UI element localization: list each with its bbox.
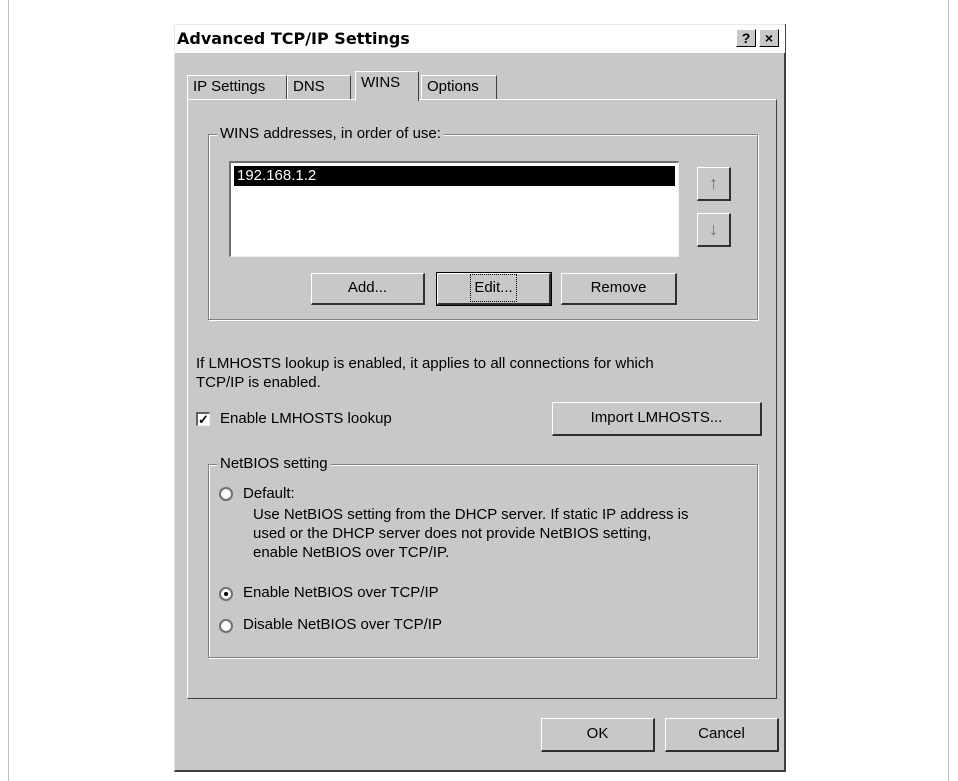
netbios-setting-group: NetBIOS setting Default: Use NetBIOS set… bbox=[208, 455, 758, 658]
title-bar[interactable]: Advanced TCP/IP Settings ? × bbox=[175, 25, 785, 53]
enable-lmhosts-checkbox[interactable]: ✓ bbox=[196, 412, 210, 426]
default-desc-line3: enable NetBIOS over TCP/IP. bbox=[253, 544, 450, 561]
wins-address-list[interactable]: 192.168.1.2 bbox=[229, 161, 679, 257]
add-button[interactable]: Add... bbox=[311, 273, 425, 305]
cancel-button[interactable]: Cancel bbox=[665, 718, 779, 752]
enable-lmhosts-label[interactable]: Enable LMHOSTS lookup bbox=[220, 409, 392, 428]
default-radio[interactable] bbox=[219, 487, 233, 501]
help-button[interactable]: ? bbox=[736, 29, 756, 47]
default-desc-line1: Use NetBIOS setting from the DHCP server… bbox=[253, 506, 689, 523]
default-desc-line2: used or the DHCP server does not provide… bbox=[253, 525, 652, 542]
tab-ip-settings[interactable]: IP Settings bbox=[187, 75, 287, 99]
arrow-up-icon: ↑ bbox=[709, 173, 718, 193]
default-radio-label[interactable]: Default: bbox=[243, 484, 295, 503]
edit-button[interactable]: Edit... bbox=[436, 272, 552, 306]
page-frame-left bbox=[8, 0, 9, 781]
lmhosts-info-line1: If LMHOSTS lookup is enabled, it applies… bbox=[196, 355, 654, 372]
enable-netbios-label[interactable]: Enable NetBIOS over TCP/IP bbox=[243, 583, 439, 602]
edit-button-label: Edit... bbox=[470, 274, 517, 302]
disable-netbios-label[interactable]: Disable NetBIOS over TCP/IP bbox=[243, 615, 442, 634]
enable-netbios-radio[interactable] bbox=[219, 587, 233, 601]
wins-addresses-label: WINS addresses, in order of use: bbox=[217, 125, 444, 142]
move-up-button[interactable]: ↑ bbox=[697, 167, 731, 201]
arrow-down-icon: ↓ bbox=[709, 219, 718, 239]
move-down-button[interactable]: ↓ bbox=[697, 213, 731, 247]
netbios-setting-label: NetBIOS setting bbox=[217, 455, 331, 472]
advanced-tcpip-dialog: Advanced TCP/IP Settings ? × IP Settings… bbox=[174, 24, 786, 772]
remove-button[interactable]: Remove bbox=[561, 273, 677, 305]
lmhosts-info-line2: TCP/IP is enabled. bbox=[196, 374, 321, 391]
tab-wins[interactable]: WINS bbox=[355, 71, 419, 101]
page-frame-right bbox=[948, 0, 949, 781]
tab-options[interactable]: Options bbox=[421, 75, 497, 99]
dialog-title: Advanced TCP/IP Settings bbox=[177, 29, 410, 48]
disable-netbios-radio[interactable] bbox=[219, 619, 233, 633]
wins-tab-panel: WINS addresses, in order of use: 192.168… bbox=[187, 99, 777, 699]
ok-button[interactable]: OK bbox=[541, 718, 655, 752]
wins-address-item[interactable]: 192.168.1.2 bbox=[234, 166, 675, 186]
wins-addresses-group: WINS addresses, in order of use: 192.168… bbox=[208, 125, 758, 320]
import-lmhosts-button[interactable]: Import LMHOSTS... bbox=[552, 402, 762, 436]
tab-dns[interactable]: DNS bbox=[287, 75, 351, 99]
close-button[interactable]: × bbox=[759, 29, 779, 47]
